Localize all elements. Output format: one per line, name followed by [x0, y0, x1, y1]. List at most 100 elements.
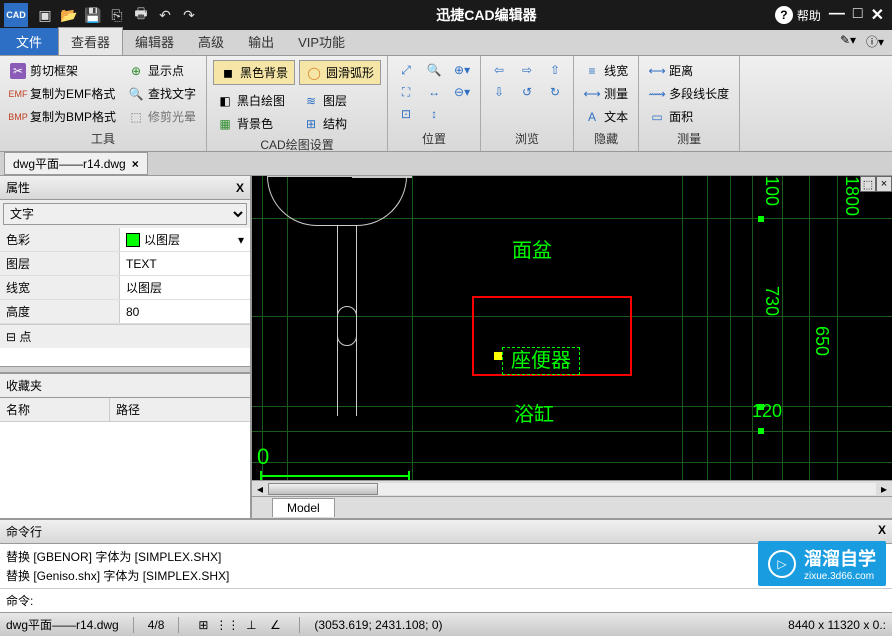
text-toggle-button[interactable]: A文本	[580, 106, 632, 127]
prop-row-color[interactable]: 色彩 以图层▾	[0, 228, 250, 252]
nav-down-button[interactable]: ⇩	[487, 82, 511, 102]
properties-title: 属性	[6, 179, 30, 196]
favorites-body	[0, 422, 250, 518]
nav-left-button[interactable]: ⇦	[487, 60, 511, 80]
status-coords: (3053.619; 2431.108; 0)	[314, 618, 442, 632]
bg-color-button[interactable]: ▦背景色	[213, 113, 295, 134]
file-menu[interactable]: 文件	[0, 28, 58, 55]
distance-button[interactable]: ⟷距离	[645, 60, 733, 81]
black-bg-button[interactable]: ◼黑色背景	[213, 60, 295, 85]
prop-row-lineweight[interactable]: 线宽以图层	[0, 276, 250, 300]
open-icon[interactable]: 📂	[60, 6, 78, 24]
nav-up-button[interactable]: ⇧	[543, 60, 567, 80]
canvas-pin-icon[interactable]: ⬚	[860, 176, 876, 192]
copy-bmp-button[interactable]: BMP复制为BMP格式	[6, 106, 120, 127]
drawing-canvas[interactable]: ⬚ × 面盆 浴缸 座便器	[252, 176, 892, 480]
dim-120: 120	[752, 401, 782, 422]
prop-row-layer[interactable]: 图层TEXT	[0, 252, 250, 276]
app-logo: CAD	[4, 3, 28, 27]
rotate-left-button[interactable]: ↺	[515, 82, 539, 102]
document-tab[interactable]: dwg平面——r14.dwg ×	[4, 152, 148, 175]
dropdown-icon[interactable]: ▾	[238, 233, 244, 247]
area-button[interactable]: ▭面积	[645, 106, 733, 127]
redo-icon[interactable]: ↷	[180, 6, 198, 24]
fav-col-path[interactable]: 路径	[110, 398, 146, 421]
layers-icon: ≋	[303, 93, 319, 109]
grid-icon[interactable]: ⋮⋮	[219, 617, 235, 633]
angle-icon[interactable]: ∠	[267, 617, 283, 633]
measure-toggle-button[interactable]: ⟷测量	[580, 83, 632, 104]
find-text-button[interactable]: 🔍查找文字	[124, 83, 200, 104]
selection-handle[interactable]	[494, 352, 502, 360]
scroll-thumb[interactable]	[268, 483, 378, 495]
command-input[interactable]	[33, 592, 886, 609]
command-prompt: 命令:	[6, 592, 33, 609]
help2-icon[interactable]: ⓘ▾	[866, 33, 884, 51]
color-swatch	[126, 233, 140, 247]
status-file: dwg平面——r14.dwg	[6, 616, 119, 633]
save-icon[interactable]: 💾	[84, 6, 102, 24]
command-close-icon[interactable]: X	[878, 523, 886, 540]
rotate-right-button[interactable]: ↻	[543, 82, 567, 102]
scroll-left-icon[interactable]: ◂	[252, 482, 268, 496]
pos-btn-3[interactable]: ⊡	[394, 104, 418, 124]
multiseg-button[interactable]: ⟿多段线长度	[645, 83, 733, 104]
ribbon-group-position: ⤢ ⛶ ⊡ 🔍 ↔ ↕ ⊕▾ ⊖▾ 位置	[388, 56, 481, 151]
saveall-icon[interactable]: ⎘	[108, 6, 126, 24]
trim-halo-button[interactable]: ⬚修剪光晕	[124, 106, 200, 127]
pos-btn-6[interactable]: ↕	[422, 104, 446, 124]
zoom-out-icon: ⊖▾	[454, 84, 470, 100]
close-button[interactable]: ✕	[871, 5, 884, 25]
properties-type-select[interactable]: 文字	[3, 203, 247, 225]
snap-icon[interactable]: ⊞	[195, 617, 211, 633]
tab-vip[interactable]: VIP功能	[286, 28, 357, 55]
tab-viewer[interactable]: 查看器	[58, 27, 123, 55]
help-button[interactable]: ? 帮助	[775, 6, 821, 24]
canvas-label-toilet[interactable]: 座便器	[502, 344, 580, 373]
undo-icon[interactable]: ↶	[156, 6, 174, 24]
lineweight-button[interactable]: ≡线宽	[580, 60, 632, 81]
crop-frame-button[interactable]: ✂剪切框架	[6, 60, 120, 81]
arrow-right-icon: ⇨	[519, 62, 535, 78]
prop-row-height[interactable]: 高度80	[0, 300, 250, 324]
pos-icon-4: 🔍	[426, 62, 442, 78]
layers-button[interactable]: ≋图层	[299, 90, 381, 111]
horizontal-scrollbar[interactable]: ◂ ▸	[252, 480, 892, 496]
ortho-icon[interactable]: ⊥	[243, 617, 259, 633]
status-bar: dwg平面——r14.dwg 4/8 ⊞ ⋮⋮ ⊥ ∠ (3053.619; 2…	[0, 612, 892, 636]
multiseg-icon: ⟿	[649, 86, 665, 102]
pos-icon-5: ↔	[426, 84, 442, 100]
new-icon[interactable]: ▣	[36, 6, 54, 24]
minimize-button[interactable]: —	[829, 5, 845, 25]
maximize-button[interactable]: □	[853, 5, 863, 25]
tab-output[interactable]: 输出	[236, 28, 286, 55]
zoom-in-button[interactable]: ⊕▾	[450, 60, 474, 80]
canvas-label-bathtub: 浴缸	[514, 398, 554, 427]
pen-tool-icon[interactable]: ✎▾	[840, 33, 858, 51]
prop-expand-point[interactable]: ⊟ 点	[0, 324, 250, 348]
show-points-button[interactable]: ⊕显示点	[124, 60, 200, 81]
help-icon: ?	[775, 6, 793, 24]
properties-close-icon[interactable]: X	[236, 181, 244, 195]
pos-btn-2[interactable]: ⛶	[394, 82, 418, 102]
bgcolor-icon: ▦	[217, 116, 233, 132]
scroll-right-icon[interactable]: ▸	[876, 482, 892, 496]
model-tab[interactable]: Model	[272, 498, 335, 517]
pos-btn-4[interactable]: 🔍	[422, 60, 446, 80]
canvas-label-basin: 面盆	[512, 234, 552, 263]
fav-col-name[interactable]: 名称	[0, 398, 110, 421]
tab-advanced[interactable]: 高级	[186, 28, 236, 55]
bw-draw-button[interactable]: ◧黑白绘图	[213, 90, 295, 111]
arrow-down-icon: ⇩	[491, 84, 507, 100]
zoom-out-button[interactable]: ⊖▾	[450, 82, 474, 102]
pos-btn-5[interactable]: ↔	[422, 82, 446, 102]
smooth-arc-button[interactable]: ◯圆滑弧形	[299, 60, 381, 85]
nav-right-button[interactable]: ⇨	[515, 60, 539, 80]
print-icon[interactable]: 🖶	[132, 6, 150, 24]
canvas-close-icon[interactable]: ×	[876, 176, 892, 192]
tab-editor[interactable]: 编辑器	[123, 28, 186, 55]
copy-emf-button[interactable]: EMF复制为EMF格式	[6, 83, 120, 104]
structure-button[interactable]: ⊞结构	[299, 113, 381, 134]
pos-btn-1[interactable]: ⤢	[394, 60, 418, 80]
document-tab-close-icon[interactable]: ×	[132, 157, 139, 171]
